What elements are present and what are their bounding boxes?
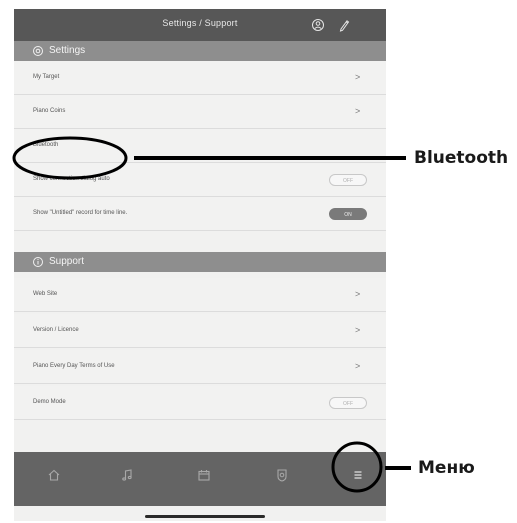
app-screen: Settings / Support Settings My Target > … bbox=[14, 9, 386, 521]
row-label: Show connection dialog auto bbox=[33, 176, 110, 182]
menu-icon[interactable] bbox=[350, 467, 366, 483]
row-label: Web Site bbox=[33, 291, 58, 297]
menu-annotation-label: Меню bbox=[418, 458, 475, 478]
bottom-tab-bar bbox=[14, 452, 386, 506]
row-web-site[interactable]: Web Site > bbox=[14, 278, 386, 312]
toggle-demo-mode[interactable]: OFF bbox=[329, 397, 367, 409]
row-label: Bluetooth bbox=[33, 142, 59, 148]
row-my-target[interactable]: My Target > bbox=[14, 61, 386, 95]
calendar-icon[interactable] bbox=[196, 467, 212, 483]
row-label: Version / Licence bbox=[33, 327, 79, 333]
row-version-licence[interactable]: Version / Licence > bbox=[14, 314, 386, 348]
row-label: My Target bbox=[33, 74, 60, 80]
page-title: Settings / Support bbox=[162, 18, 238, 28]
badge-icon[interactable] bbox=[274, 467, 290, 483]
pen-icon[interactable] bbox=[336, 17, 352, 33]
gear-icon bbox=[31, 44, 45, 58]
support-section-title: Support bbox=[49, 256, 85, 267]
header-bar: Settings / Support bbox=[14, 9, 386, 41]
toggle-connection-dialog[interactable]: OFF bbox=[329, 174, 367, 186]
row-show-connection-dialog: Show connection dialog auto OFF bbox=[14, 163, 386, 197]
toggle-untitled-record[interactable]: ON bbox=[329, 208, 367, 220]
bluetooth-callout-line bbox=[134, 156, 406, 160]
chevron-right-icon: > bbox=[355, 106, 361, 116]
chevron-right-icon: > bbox=[355, 325, 361, 335]
row-label: Piano Coins bbox=[33, 108, 66, 114]
info-icon bbox=[31, 255, 45, 269]
settings-section-header: Settings bbox=[14, 41, 386, 61]
row-label: Demo Mode bbox=[33, 399, 66, 405]
row-show-untitled-record: Show "Untitled" record for time line. ON bbox=[14, 197, 386, 231]
row-label: Piano Every Day Terms of Use bbox=[33, 363, 115, 369]
account-icon[interactable] bbox=[310, 17, 326, 33]
row-terms-of-use[interactable]: Piano Every Day Terms of Use > bbox=[14, 350, 386, 384]
chevron-right-icon: > bbox=[355, 72, 361, 82]
row-piano-coins[interactable]: Piano Coins > bbox=[14, 95, 386, 129]
chevron-right-icon: > bbox=[355, 289, 361, 299]
row-label: Show "Untitled" record for time line. bbox=[33, 210, 128, 216]
music-note-icon[interactable] bbox=[119, 467, 135, 483]
support-section-header: Support bbox=[14, 252, 386, 272]
chevron-right-icon: > bbox=[355, 361, 361, 371]
home-icon[interactable] bbox=[46, 467, 62, 483]
menu-callout-line bbox=[385, 466, 411, 470]
home-indicator bbox=[145, 515, 265, 518]
settings-section-title: Settings bbox=[49, 45, 86, 56]
bluetooth-annotation-label: Bluetooth bbox=[414, 148, 509, 168]
row-demo-mode: Demo Mode OFF bbox=[14, 386, 386, 420]
